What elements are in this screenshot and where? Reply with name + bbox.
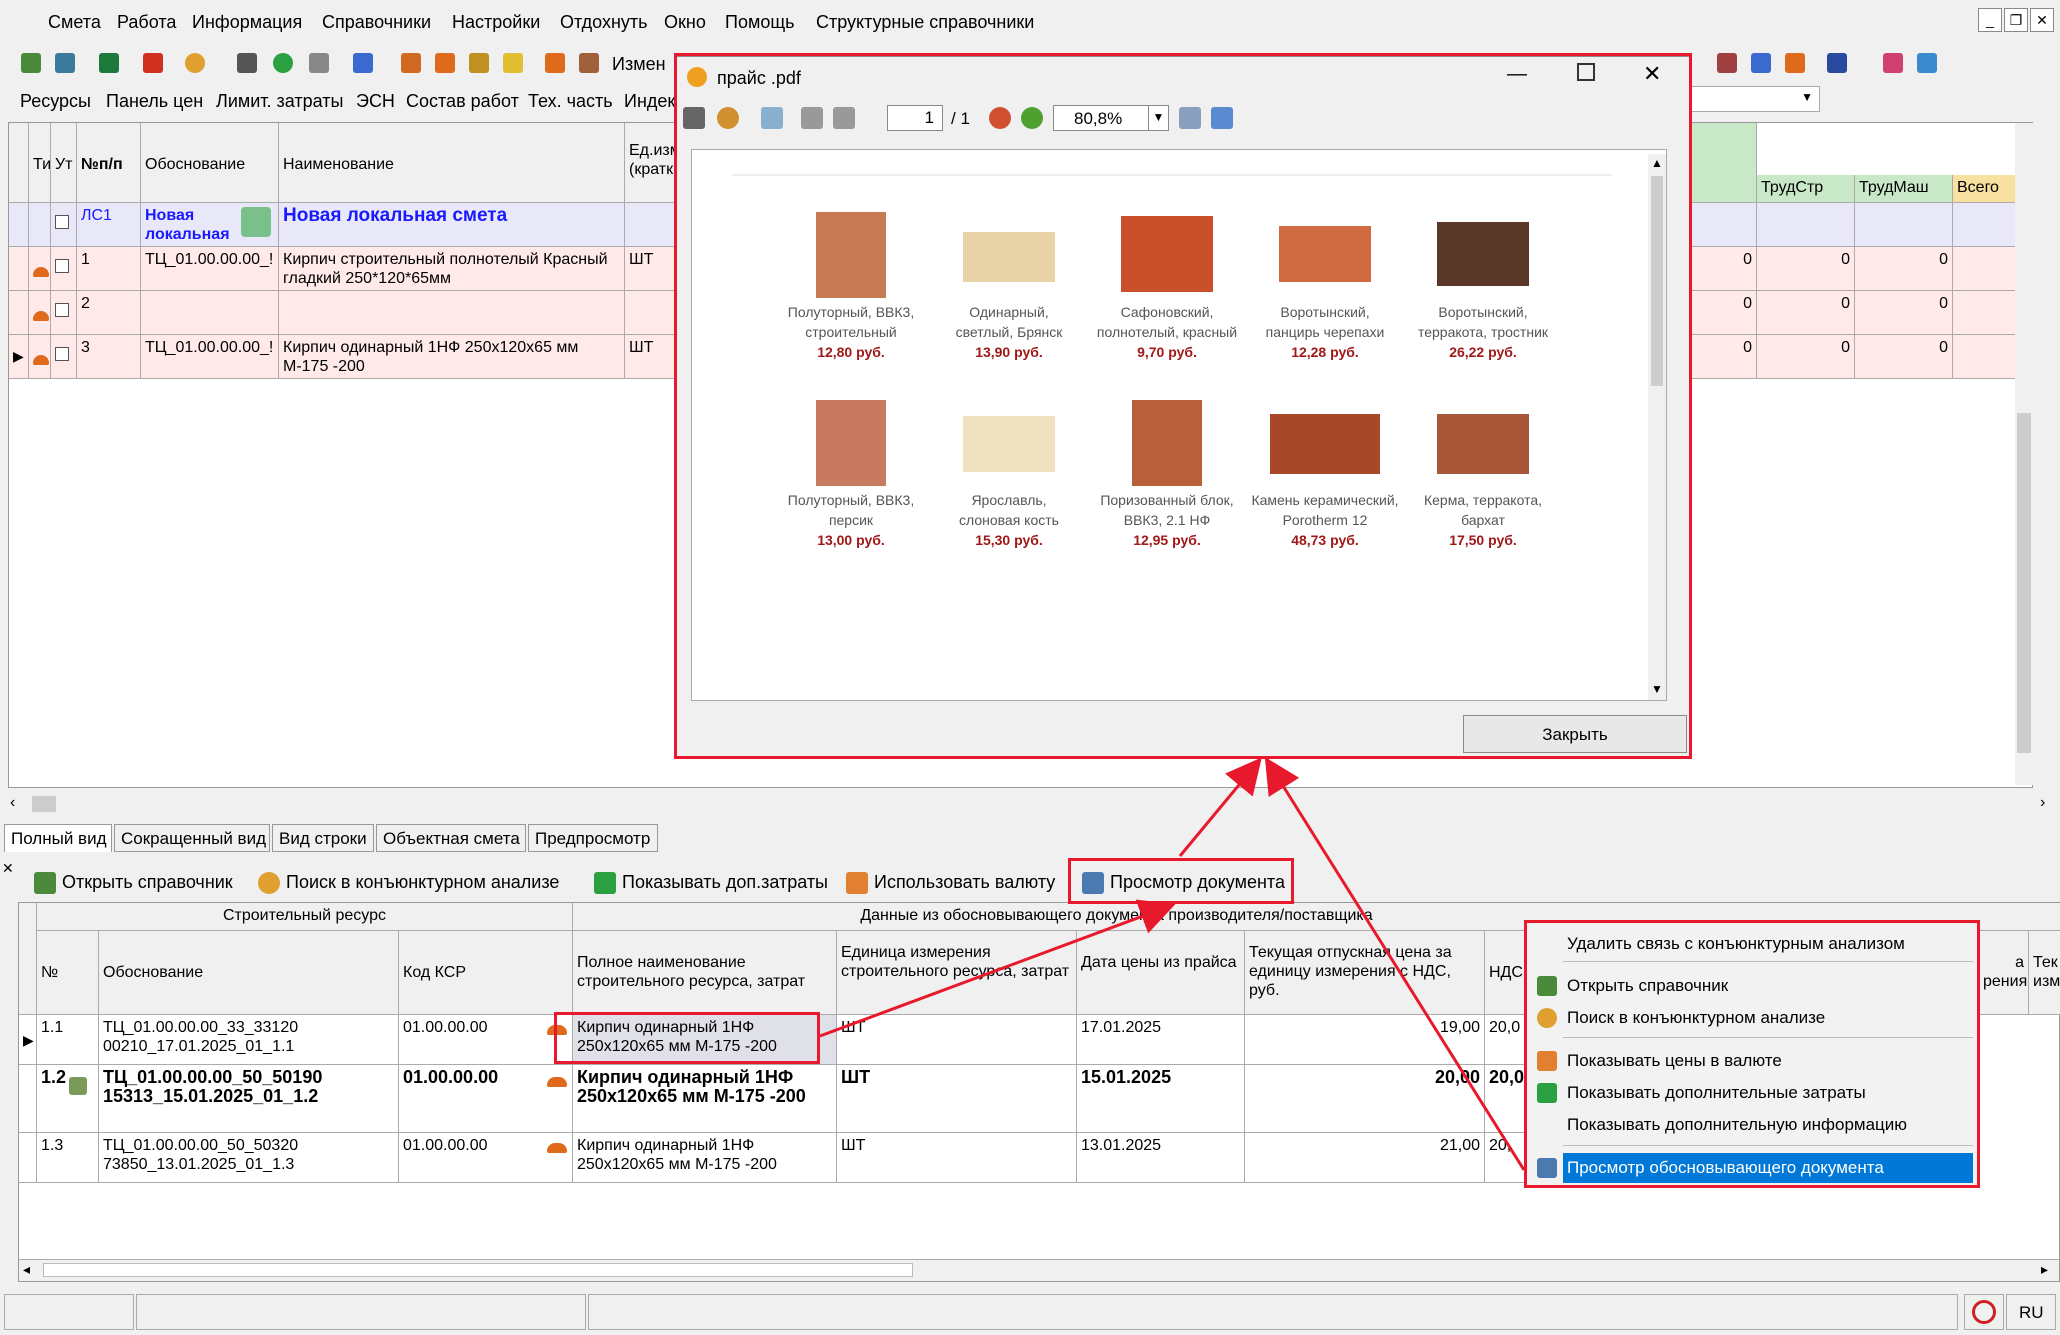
arrow-cell-to-button [819, 899, 1176, 1038]
arrow-button-to-pdf [1178, 757, 1262, 857]
arrow-menu-to-pdf [1264, 756, 1526, 1171]
annotation-arrows [819, 756, 1526, 1171]
